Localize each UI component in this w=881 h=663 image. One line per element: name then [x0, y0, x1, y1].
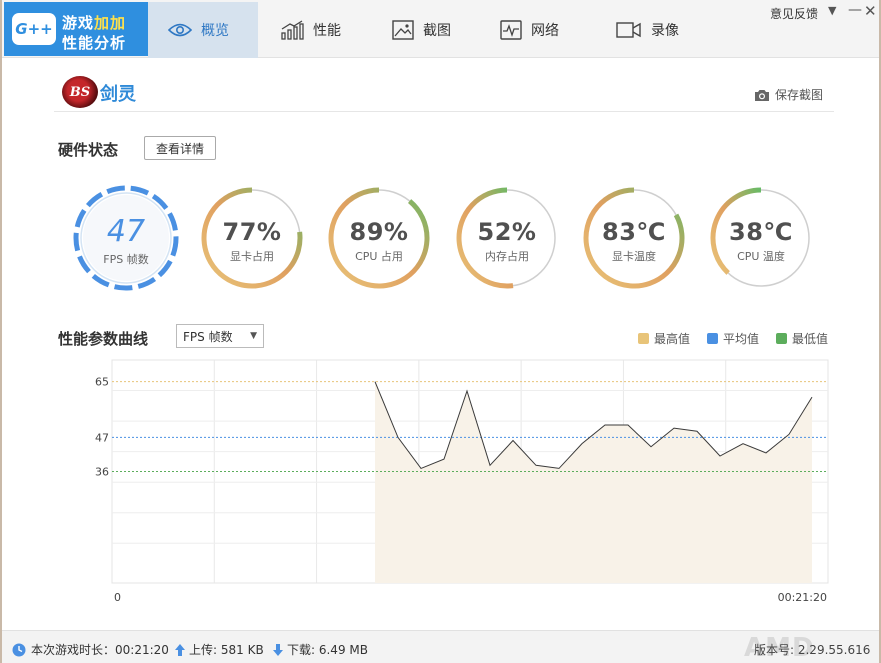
y-tick-label: 36	[95, 466, 109, 479]
tab-performance-label: 性能	[313, 23, 341, 39]
y-tick-label: 65	[95, 376, 109, 389]
app-logo: G++ 游戏加加 性能分析	[4, 2, 160, 56]
fps-gauge: 47 FPS 帧数	[74, 214, 178, 267]
eye-icon	[168, 23, 192, 37]
game-name: 剑灵	[100, 84, 136, 105]
cpu-temp-label: CPU 温度	[737, 250, 785, 263]
save-screenshot-label: 保存截图	[775, 88, 824, 102]
tab-screenshot[interactable]: 截图	[392, 2, 482, 58]
memory-usage-label: 内存占用	[485, 250, 529, 263]
view-details-button[interactable]: 查看详情	[144, 136, 216, 160]
memory-usage-gauge: 52% 内存占用	[455, 218, 559, 264]
clock-icon	[12, 643, 26, 656]
session-time: 本次游戏时长：00:21:20	[12, 641, 169, 658]
arrow-down-icon	[273, 643, 283, 656]
logo-line-1: 游戏加加	[62, 12, 126, 33]
upload-label: 上传: 581 KB	[189, 643, 264, 657]
gpu-temp-value: 83℃	[602, 218, 666, 246]
status-bar: 本次游戏时长：00:21:20 上传: 581 KB 下载: 6.49 MB A…	[2, 630, 879, 663]
fps-label: FPS 帧数	[103, 253, 149, 266]
upload-stat: 上传: 581 KB	[174, 641, 264, 658]
gpu-temp-label: 显卡温度	[612, 250, 656, 263]
legend-min-label: 最低值	[792, 332, 829, 346]
save-screenshot-button[interactable]: 保存截图	[754, 86, 823, 103]
tab-record[interactable]: 录像	[616, 2, 706, 58]
x-start-label: 0	[114, 591, 121, 604]
session-time-label: 本次游戏时长：00:21:20	[31, 643, 169, 657]
legend-avg: 平均值	[707, 330, 759, 347]
tab-record-label: 录像	[651, 23, 679, 39]
tab-network-label: 网络	[531, 23, 559, 39]
cpu-usage-gauge: 89% CPU 占用	[327, 218, 431, 264]
logo-line-2: 性能分析	[62, 34, 127, 52]
tab-network[interactable]: 网络	[500, 2, 590, 58]
logo-text-b: 加加	[94, 14, 127, 32]
camera-icon	[755, 89, 769, 101]
legend-min-swatch	[776, 333, 787, 344]
top-bar: G++ 游戏加加 性能分析 概览 性能 截图 网络 录像 意见反馈 ▼ — ✕	[2, 0, 879, 58]
metric-select-value: FPS 帧数	[183, 329, 233, 344]
fps-value: 47	[106, 214, 146, 249]
legend-max: 最高值	[638, 330, 690, 347]
legend-max-swatch	[638, 333, 649, 344]
image-icon	[392, 20, 414, 40]
tab-screenshot-label: 截图	[423, 23, 451, 39]
bar-chart-icon	[281, 20, 304, 40]
feedback-link[interactable]: 意见反馈	[770, 5, 818, 22]
x-end-label: 00:21:20	[778, 591, 827, 604]
legend-avg-swatch	[707, 333, 718, 344]
chevron-down-icon: ▼	[250, 331, 257, 341]
gpu-usage-label: 显卡占用	[230, 250, 274, 263]
pulse-icon	[500, 20, 522, 40]
legend-min: 最低值	[776, 330, 828, 347]
memory-usage-value: 52%	[477, 218, 537, 246]
cpu-usage-label: CPU 占用	[355, 250, 403, 263]
download-label: 下载: 6.49 MB	[287, 643, 368, 657]
cpu-temp-gauge: 38℃ CPU 温度	[709, 218, 813, 264]
hardware-status-title: 硬件状态	[58, 141, 119, 159]
logo-text-a: 游戏	[62, 14, 95, 32]
gpu-usage-gauge: 77% 显卡占用	[200, 218, 304, 264]
fps-chart: 65 47 36 0 00:21:20	[95, 359, 829, 604]
app-window: G++ 游戏加加 性能分析 概览 性能 截图 网络 录像 意见反馈 ▼ — ✕	[2, 0, 879, 663]
legend-max-label: 最高值	[654, 332, 691, 346]
gpu-temp-gauge: 83℃ 显卡温度	[582, 218, 686, 264]
game-logo-icon: BS	[62, 76, 98, 108]
arrow-up-icon	[175, 643, 185, 656]
logo-badge: G++	[12, 13, 56, 45]
tab-performance[interactable]: 性能	[280, 2, 370, 58]
cpu-usage-value: 89%	[349, 218, 409, 246]
gauge-row: 47 FPS 帧数 77% 显卡占用 89% CPU 占用 52% 内存占用 8…	[2, 180, 879, 300]
cpu-temp-value: 38℃	[729, 218, 793, 246]
y-tick-label: 47	[95, 431, 109, 444]
close-button[interactable]: ✕	[864, 2, 877, 20]
tab-overview-label: 概览	[201, 23, 229, 39]
performance-curve-title: 性能参数曲线	[58, 330, 149, 348]
caret-down-icon[interactable]: ▼	[828, 4, 836, 17]
gpu-usage-value: 77%	[222, 218, 282, 246]
metric-select[interactable]: FPS 帧数 ▼	[176, 324, 264, 348]
minimize-button[interactable]: —	[848, 2, 862, 18]
legend-avg-label: 平均值	[723, 332, 760, 346]
video-camera-icon	[616, 22, 641, 38]
tab-overview[interactable]: 概览	[148, 2, 258, 58]
game-header: BS 剑灵 保存截图	[54, 74, 834, 112]
version-label: 版本号: 2.29.55.616	[754, 643, 871, 657]
download-stat: 下载: 6.49 MB	[272, 641, 368, 658]
